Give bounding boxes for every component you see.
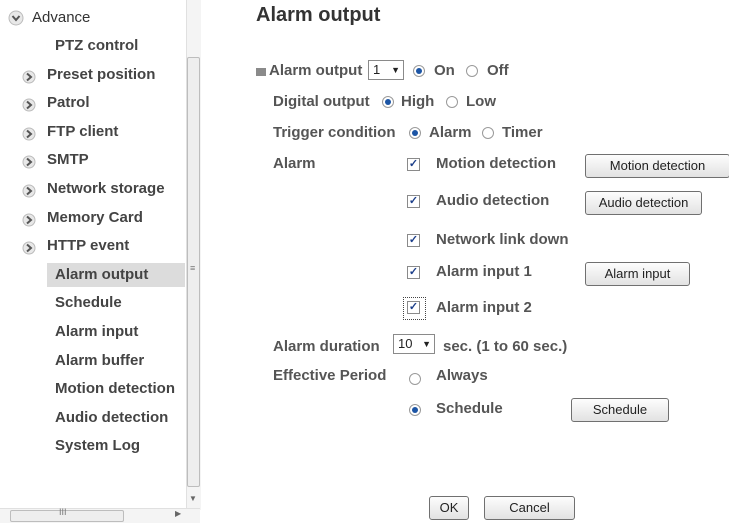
motion-detection-label: Motion detection xyxy=(436,155,556,172)
sidebar-item-label: Memory Card xyxy=(47,209,143,226)
motion-detection-button[interactable]: Motion detection xyxy=(585,154,729,178)
digital-output-high-label: High xyxy=(401,93,435,110)
sidebar-item-alarm-output[interactable]: Alarm output xyxy=(47,263,185,287)
dropdown-arrow-icon: ▼ xyxy=(391,65,400,75)
alarm-output-select-value: 1 xyxy=(373,62,381,77)
sidebar-item-patrol[interactable]: Patrol xyxy=(0,91,186,115)
sidebar-item-memory-card[interactable]: Memory Card xyxy=(0,206,186,230)
alarm-duration-label: Alarm duration xyxy=(273,338,380,355)
trigger-condition-label: Trigger condition xyxy=(273,124,396,141)
sidebar-item-preset-position[interactable]: Preset position xyxy=(0,63,186,87)
audio-detection-checkbox[interactable]: ✓ xyxy=(407,195,420,208)
sidebar-item-smtp[interactable]: SMTP xyxy=(0,148,186,172)
sidebar-item-label: HTTP event xyxy=(47,237,130,254)
alarm-input-2-label: Alarm input 2 xyxy=(436,299,532,316)
sidebar-item-label: Alarm buffer xyxy=(55,352,145,369)
network-link-down-label: Network link down xyxy=(436,231,569,248)
chevron-right-icon xyxy=(22,68,36,84)
sidebar-item-label: Schedule xyxy=(55,294,122,311)
alarm-output-label: Alarm output xyxy=(269,62,363,79)
alarm-duration-hint: sec. (1 to 60 sec.) xyxy=(443,338,568,355)
alarm-input-1-checkbox[interactable]: ✓ xyxy=(407,266,420,279)
chevron-right-icon xyxy=(22,96,36,112)
sidebar-item-alarm-input[interactable]: Alarm input xyxy=(0,320,186,344)
trigger-timer-radio[interactable] xyxy=(482,127,494,139)
period-schedule-label: Schedule xyxy=(436,400,503,417)
scroll-grip-icon: III xyxy=(59,507,67,517)
sidebar: Advance PTZ control Preset position Patrol… xyxy=(0,0,201,523)
audio-detection-button[interactable]: Audio detection xyxy=(585,191,702,215)
alarm-output-off-label: Off xyxy=(487,62,509,79)
sidebar-item-label: Alarm output xyxy=(55,266,149,283)
trigger-alarm-radio[interactable] xyxy=(409,127,421,139)
chevron-down-icon xyxy=(8,10,24,25)
sidebar-item-label: PTZ control xyxy=(55,37,139,54)
digital-output-label: Digital output xyxy=(273,93,370,110)
digital-output-low-label: Low xyxy=(466,93,496,110)
alarm-duration-select[interactable]: 10 ▼ xyxy=(393,334,435,354)
alarm-output-on-label: On xyxy=(434,62,455,79)
period-always-radio[interactable] xyxy=(409,373,421,385)
sidebar-item-label: SMTP xyxy=(47,151,89,168)
period-always-label: Always xyxy=(436,367,488,384)
sidebar-group-advance[interactable]: Advance xyxy=(8,9,90,26)
alarm-output-on-radio[interactable] xyxy=(413,65,425,77)
sidebar-item-label: FTP client xyxy=(47,123,119,140)
digital-output-high-radio[interactable] xyxy=(382,96,394,108)
section-marker-icon xyxy=(256,68,266,76)
cancel-button[interactable]: Cancel xyxy=(484,496,575,520)
chevron-right-icon xyxy=(22,211,36,227)
alarm-input-1-label: Alarm input 1 xyxy=(436,263,532,280)
period-schedule-radio[interactable] xyxy=(409,404,421,416)
scroll-right-arrow-icon[interactable]: ▶ xyxy=(175,509,181,518)
network-link-down-checkbox[interactable]: ✓ xyxy=(407,234,420,247)
sidebar-item-label: Alarm input xyxy=(55,323,139,340)
sidebar-item-ptz-control[interactable]: PTZ control xyxy=(0,34,186,58)
scroll-grip-icon: ≡ xyxy=(190,263,196,273)
sidebar-item-ftp-client[interactable]: FTP client xyxy=(0,120,186,144)
chevron-right-icon xyxy=(22,153,36,169)
sidebar-item-schedule[interactable]: Schedule xyxy=(0,291,186,315)
sidebar-item-label: Motion detection xyxy=(55,380,175,397)
ok-button[interactable]: OK xyxy=(429,496,469,520)
sidebar-item-system-log[interactable]: System Log xyxy=(0,434,186,458)
sidebar-item-alarm-buffer[interactable]: Alarm buffer xyxy=(0,349,186,373)
trigger-timer-label: Timer xyxy=(502,124,543,141)
sidebar-item-label: Preset position xyxy=(47,66,156,83)
alarm-input-button[interactable]: Alarm input xyxy=(585,262,690,286)
alarm-section-label: Alarm xyxy=(273,155,316,172)
alarm-output-select[interactable]: 1 ▼ xyxy=(368,60,404,80)
sidebar-item-label: Patrol xyxy=(47,94,90,111)
sidebar-item-motion-detection[interactable]: Motion detection xyxy=(0,377,186,401)
sidebar-item-network-storage[interactable]: Network storage xyxy=(0,177,186,201)
horizontal-scroll-thumb[interactable] xyxy=(10,510,124,522)
effective-period-label: Effective Period xyxy=(273,367,387,384)
alarm-output-off-radio[interactable] xyxy=(466,65,478,77)
motion-detection-checkbox[interactable]: ✓ xyxy=(407,158,420,171)
dropdown-arrow-icon: ▼ xyxy=(422,339,431,349)
sidebar-item-http-event[interactable]: HTTP event xyxy=(0,234,186,258)
alarm-input-2-checkbox[interactable]: ✓ xyxy=(407,301,420,314)
scroll-down-arrow-icon[interactable]: ▼ xyxy=(189,494,197,503)
chevron-right-icon xyxy=(22,125,36,141)
sidebar-item-label: Network storage xyxy=(47,180,165,197)
chevron-right-icon xyxy=(22,239,36,255)
alarm-duration-select-value: 10 xyxy=(398,336,413,351)
audio-detection-label: Audio detection xyxy=(436,192,550,209)
trigger-alarm-label: Alarm xyxy=(429,124,472,141)
schedule-button[interactable]: Schedule xyxy=(571,398,669,422)
sidebar-group-label: Advance xyxy=(32,9,91,26)
sidebar-item-label: Audio detection xyxy=(55,409,169,426)
page-title: Alarm output xyxy=(256,4,381,26)
chevron-right-icon xyxy=(22,182,36,198)
sidebar-item-audio-detection[interactable]: Audio detection xyxy=(0,406,186,430)
sidebar-item-label: System Log xyxy=(55,437,141,454)
digital-output-low-radio[interactable] xyxy=(446,96,458,108)
